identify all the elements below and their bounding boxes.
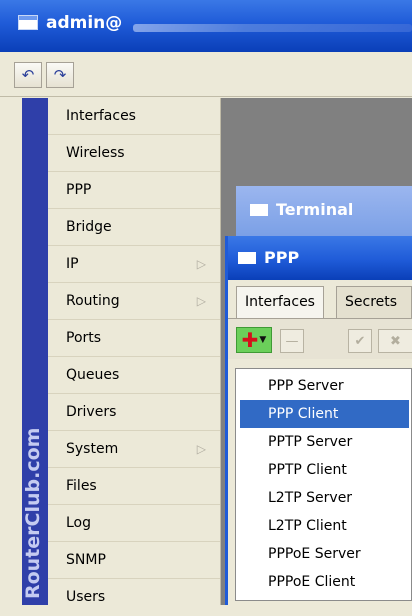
sidebar-item-files[interactable]: Files — [48, 468, 220, 505]
remove-button[interactable]: — — [280, 329, 304, 353]
sidebar-item-label: SNMP — [66, 552, 106, 568]
sidebar-item-ip[interactable]: IP ▷ — [48, 246, 220, 283]
menu-item-pptp-server[interactable]: PPTP Server — [240, 428, 409, 456]
minus-icon: — — [285, 333, 299, 349]
cross-icon: ✖ — [390, 333, 401, 349]
sidebar-item-label: System — [66, 441, 119, 457]
menu-item-label: PPPoE Server — [268, 546, 361, 562]
ppp-window-titlebar[interactable]: PPP — [228, 236, 412, 280]
main-toolbar: ↶ ↷ — [0, 52, 412, 97]
plus-icon: ✚ — [241, 328, 259, 352]
add-dropdown-menu: PPP Server PPP Client PPTP Server PPTP C… — [235, 368, 412, 601]
redo-button[interactable]: ↷ — [46, 62, 74, 88]
menu-item-ppp-server[interactable]: PPP Server — [240, 372, 409, 400]
sidebar-item-bridge[interactable]: Bridge — [48, 209, 220, 246]
tab-interfaces[interactable]: Interfaces — [236, 286, 324, 318]
sidebar-item-label: Wireless — [66, 145, 125, 161]
sidebar-item-log[interactable]: Log — [48, 505, 220, 542]
brand-strip: RouterClub.com — [22, 98, 48, 605]
dropdown-caret-icon: ▼ — [259, 335, 267, 345]
title-redacted-bar — [133, 24, 412, 32]
sidebar-item-label: PPP — [66, 182, 92, 198]
sidebar-item-label: Bridge — [66, 219, 112, 235]
sidebar-item-ports[interactable]: Ports — [48, 320, 220, 357]
menu-item-label: PPPoE Client — [268, 574, 356, 590]
undo-button[interactable]: ↶ — [14, 62, 42, 88]
sidebar-item-label: Queues — [66, 367, 120, 383]
sidebar-item-label: Files — [66, 478, 97, 494]
sidebar-item-interfaces[interactable]: Interfaces — [48, 98, 220, 135]
ppp-toolbar: ✚ ▼ — ✔ ✖ — [228, 318, 412, 359]
menu-item-label: PPTP Server — [268, 434, 353, 450]
sidebar-item-snmp[interactable]: SNMP — [48, 542, 220, 579]
ppp-window-title: PPP — [264, 248, 300, 267]
tab-label: Secrets — [345, 294, 398, 310]
tab-label: Interfaces — [245, 294, 315, 310]
redo-icon: ↷ — [53, 66, 67, 84]
ppp-window-icon — [238, 252, 256, 264]
sidebar-item-routing[interactable]: Routing ▷ — [48, 283, 220, 320]
menu-item-pppoe-server[interactable]: PPPoE Server — [240, 540, 409, 568]
sidebar-item-label: Ports — [66, 330, 102, 346]
enable-button[interactable]: ✔ — [348, 329, 372, 353]
sidebar-item-label: IP — [66, 256, 79, 272]
brand-text: RouterClub.com — [22, 427, 44, 599]
terminal-window-title: Terminal — [276, 200, 354, 219]
sidebar-item-label: Interfaces — [66, 108, 136, 124]
sidebar-item-label: Log — [66, 515, 92, 531]
check-icon: ✔ — [354, 333, 366, 349]
window-icon — [18, 15, 38, 30]
menu-item-label: PPTP Client — [268, 462, 347, 478]
menu-item-pptp-client[interactable]: PPTP Client — [240, 456, 409, 484]
sidebar-item-queues[interactable]: Queues — [48, 357, 220, 394]
menu-item-pppoe-client[interactable]: PPPoE Client — [240, 568, 409, 596]
sidebar-item-ppp[interactable]: PPP — [48, 172, 220, 209]
sidebar-item-label: Drivers — [66, 404, 117, 420]
sidebar-item-users[interactable]: Users — [48, 579, 220, 605]
menu-item-label: L2TP Server — [268, 490, 353, 506]
submenu-arrow-icon: ▷ — [196, 442, 206, 456]
menu-item-ppp-client[interactable]: PPP Client — [240, 400, 409, 428]
tab-secrets[interactable]: Secrets — [336, 286, 412, 318]
window-title: admin@ — [46, 13, 123, 33]
submenu-arrow-icon: ▷ — [196, 294, 206, 308]
terminal-window-icon — [250, 204, 268, 216]
menu-item-l2tp-server[interactable]: L2TP Server — [240, 484, 409, 512]
sidebar-item-wireless[interactable]: Wireless — [48, 135, 220, 172]
sidebar-item-drivers[interactable]: Drivers — [48, 394, 220, 431]
undo-icon: ↶ — [21, 66, 35, 84]
sidebar-item-label: Routing — [66, 293, 120, 309]
terminal-window-titlebar[interactable]: Terminal — [236, 186, 412, 236]
submenu-arrow-icon: ▷ — [196, 257, 206, 271]
menu-item-label: L2TP Client — [268, 518, 347, 534]
menu-item-label: PPP Server — [268, 378, 344, 394]
sidebar-menu: Interfaces Wireless PPP Bridge IP ▷ Routi… — [48, 98, 221, 605]
menu-item-l2tp-client[interactable]: L2TP Client — [240, 512, 409, 540]
main-title-bar[interactable]: admin@ — [0, 0, 412, 52]
disable-button[interactable]: ✖ — [378, 329, 412, 353]
add-button[interactable]: ✚ ▼ — [236, 327, 272, 353]
sidebar-item-label: Users — [66, 589, 106, 605]
menu-item-label: PPP Client — [268, 406, 339, 422]
sidebar-item-system[interactable]: System ▷ — [48, 431, 220, 468]
